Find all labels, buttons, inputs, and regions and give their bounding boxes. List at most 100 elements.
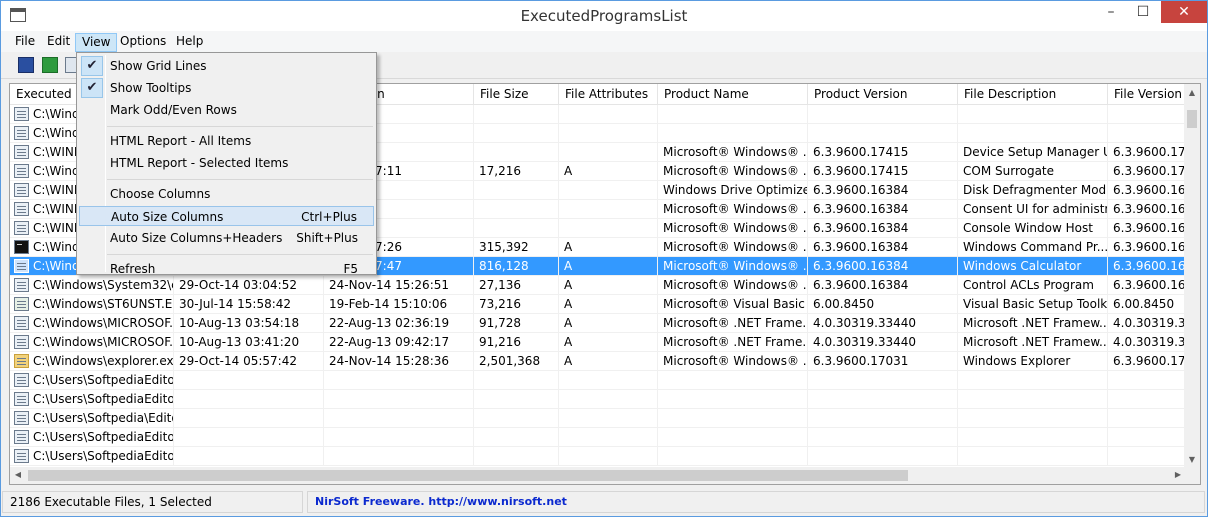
table-cell: 6.3.9600.16384 <box>808 238 958 257</box>
scroll-up-icon[interactable]: ▲ <box>1184 88 1200 97</box>
table-cell <box>559 105 658 124</box>
file-file-icon <box>14 335 29 349</box>
minimize-button[interactable]: – <box>1095 1 1127 23</box>
table-cell <box>559 390 658 409</box>
table-cell: 4.0.30319.33440 <box>1108 333 1188 352</box>
table-cell <box>174 428 324 447</box>
vertical-scrollbar[interactable]: ▲ ▼ <box>1184 84 1200 468</box>
table-cell <box>474 428 559 447</box>
table-cell: 6.3.9600.16384 <box>808 200 958 219</box>
table-cell: Microsoft® Windows® ... <box>658 143 808 162</box>
title-bar[interactable]: ExecutedProgramsList – ☐ ✕ <box>1 1 1207 31</box>
view-menu-item-1[interactable]: ✔ Show Tooltips <box>79 78 374 98</box>
menu-separator <box>107 126 373 127</box>
view-menu-item-2[interactable]: Mark Odd/Even Rows <box>79 100 374 120</box>
table-cell: 6.3.9600.16384 <box>1108 238 1188 257</box>
table-cell <box>808 390 958 409</box>
table-row[interactable]: C:\Windows\ST6UNST.E... 30-Jul-14 15:58:4… <box>10 295 1188 314</box>
table-cell <box>808 371 958 390</box>
table-cell <box>474 143 559 162</box>
table-cell: 2,501,368 <box>474 352 559 371</box>
table-cell: C:\Windows\explorer.exe <box>28 352 174 371</box>
table-row[interactable]: C:\Windows\MICROSOF... 10-Aug-13 03:41:20… <box>10 333 1188 352</box>
table-cell: 17,216 <box>474 162 559 181</box>
table-cell: Console Window Host <box>958 219 1108 238</box>
table-row[interactable]: C:\Users\SoftpediaEditor... <box>10 447 1188 466</box>
table-row[interactable]: C:\Windows\MICROSOF... 10-Aug-13 03:54:18… <box>10 314 1188 333</box>
table-cell: 10-Aug-13 03:41:20 <box>174 333 324 352</box>
table-cell: 4.0.30319.33440 <box>808 333 958 352</box>
status-bar: 2186 Executable Files, 1 Selected NirSof… <box>1 489 1207 516</box>
view-menu-item-0[interactable]: ✔ Show Grid Lines <box>79 56 374 76</box>
close-button[interactable]: ✕ <box>1161 1 1207 23</box>
table-cell <box>958 447 1108 466</box>
nirsoft-link[interactable]: NirSoft Freeware. http://www.nirsoft.net <box>307 491 1205 513</box>
table-cell <box>474 447 559 466</box>
horizontal-scroll-thumb[interactable] <box>28 470 908 481</box>
table-row[interactable]: C:\Users\SoftpediaEditor... <box>10 371 1188 390</box>
view-menu-item-11[interactable]: Refresh F5 <box>79 259 374 279</box>
table-cell: Consent UI for administr... <box>958 200 1108 219</box>
save-icon[interactable] <box>18 57 34 73</box>
table-cell: 6.3.9600.16384 <box>1108 200 1188 219</box>
file-file-icon <box>14 145 29 159</box>
table-cell: 91,728 <box>474 314 559 333</box>
menu-edit[interactable]: Edit <box>41 33 76 52</box>
table-cell: Microsoft® Windows® ... <box>658 200 808 219</box>
table-row[interactable]: C:\Windows\explorer.exe 29-Oct-14 05:57:4… <box>10 352 1188 371</box>
menu-item-shortcut: Ctrl+Plus <box>301 210 357 224</box>
table-cell <box>808 409 958 428</box>
menu-help[interactable]: Help <box>170 33 209 52</box>
table-cell: 6.3.9600.17415 <box>808 162 958 181</box>
menu-file[interactable]: File <box>9 33 41 52</box>
table-cell <box>958 124 1108 143</box>
view-menu-item-7[interactable]: Choose Columns <box>79 184 374 204</box>
table-cell: Windows Drive Optimizer <box>658 181 808 200</box>
column-header-7[interactable]: File Description <box>958 84 1108 105</box>
scroll-right-icon[interactable]: ▶ <box>1172 470 1184 479</box>
table-cell: 6.3.9600.16384 <box>808 276 958 295</box>
refresh-icon[interactable] <box>42 57 58 73</box>
table-cell <box>1108 447 1188 466</box>
column-header-6[interactable]: Product Version <box>808 84 958 105</box>
file-file-icon <box>14 411 29 425</box>
calc-file-icon <box>14 259 29 273</box>
column-header-3[interactable]: File Size <box>474 84 559 105</box>
table-cell <box>324 447 474 466</box>
column-header-5[interactable]: Product Name <box>658 84 808 105</box>
horizontal-scrollbar[interactable]: ◀ ▶ <box>10 467 1186 484</box>
checkmark-icon: ✔ <box>81 56 103 76</box>
table-cell: 19-Feb-14 15:10:06 <box>324 295 474 314</box>
table-cell <box>808 428 958 447</box>
table-cell: 6.3.9600.16384 <box>1108 276 1188 295</box>
table-cell: Microsoft® .NET Frame... <box>658 333 808 352</box>
table-cell: A <box>559 276 658 295</box>
view-menu-item-4[interactable]: HTML Report - All Items <box>79 131 374 151</box>
scroll-left-icon[interactable]: ◀ <box>12 470 24 479</box>
file-file-icon <box>14 221 29 235</box>
table-row[interactable]: C:\Users\SoftpediaEditor... <box>10 390 1188 409</box>
table-cell <box>808 105 958 124</box>
table-cell <box>474 371 559 390</box>
table-row[interactable]: C:\Users\Softpedia\Editor... <box>10 409 1188 428</box>
table-cell <box>808 124 958 143</box>
column-header-8[interactable]: File Version <box>1108 84 1188 105</box>
file-file-icon <box>14 164 29 178</box>
scroll-down-icon[interactable]: ▼ <box>1184 455 1200 464</box>
view-menu-item-5[interactable]: HTML Report - Selected Items <box>79 153 374 173</box>
column-header-4[interactable]: File Attributes <box>559 84 658 105</box>
table-row[interactable]: C:\Users\SoftpediaEditor... <box>10 428 1188 447</box>
table-cell: 6.00.8450 <box>1108 295 1188 314</box>
menu-options[interactable]: Options <box>114 33 172 52</box>
maximize-button[interactable]: ☐ <box>1127 1 1159 23</box>
table-cell: C:\Users\SoftpediaEditor... <box>28 447 174 466</box>
table-cell <box>474 124 559 143</box>
vertical-scroll-thumb[interactable] <box>1187 110 1197 128</box>
table-cell: COM Surrogate <box>958 162 1108 181</box>
table-cell <box>474 105 559 124</box>
view-menu-item-8[interactable]: Auto Size Columns Ctrl+Plus <box>79 206 374 226</box>
table-cell <box>474 181 559 200</box>
table-cell: A <box>559 162 658 181</box>
menu-view[interactable]: View <box>75 33 118 52</box>
view-menu-item-9[interactable]: Auto Size Columns+Headers Shift+Plus <box>79 228 374 248</box>
